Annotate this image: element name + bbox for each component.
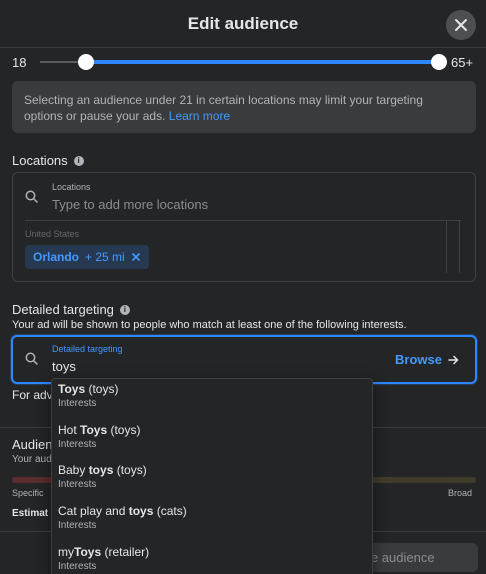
location-chip-orlando[interactable]: Orlando + 25 mi bbox=[25, 245, 149, 269]
suggestion-item[interactable]: Cat play and toys (cats) Interests bbox=[58, 503, 358, 541]
suggestion-item[interactable]: Toys (toys) Interests bbox=[58, 381, 358, 419]
info-icon[interactable]: i bbox=[73, 155, 84, 166]
meter-specific-label: Specific bbox=[12, 488, 44, 498]
suggestion-name: Toys (toys) bbox=[58, 382, 119, 396]
locations-label-text: Locations bbox=[12, 153, 68, 168]
location-chip-name: Orlando bbox=[33, 250, 80, 264]
locations-scrollbar[interactable] bbox=[446, 221, 460, 273]
suggestion-type: Interests bbox=[58, 561, 97, 572]
suggestion-type: Interests bbox=[58, 520, 97, 531]
detailed-targeting-label-text: Detailed targeting bbox=[12, 302, 114, 317]
locations-divider bbox=[25, 220, 461, 221]
suggestion-type: Interests bbox=[58, 479, 97, 490]
browse-button[interactable]: Browse bbox=[395, 352, 459, 367]
estimated-size-label: Estimat bbox=[12, 508, 49, 519]
close-icon bbox=[455, 19, 467, 31]
modal-header: Edit audience bbox=[0, 0, 486, 48]
learn-more-link[interactable]: Learn more bbox=[169, 109, 230, 123]
suggestion-item[interactable]: Hot Toys (toys) Interests bbox=[58, 422, 358, 460]
suggestion-item[interactable]: myToys (retailer) Interests bbox=[58, 544, 358, 574]
location-country-label: United States bbox=[25, 229, 80, 239]
locations-field-label: Locations bbox=[52, 182, 91, 192]
age-min-label: 18 bbox=[12, 55, 27, 70]
search-icon bbox=[25, 190, 38, 203]
edit-audience-modal: Edit audience 18 65+ Selecting an audien… bbox=[0, 0, 486, 574]
suggestion-name: Baby toys (toys) bbox=[58, 463, 147, 477]
age-min-handle[interactable] bbox=[78, 54, 94, 70]
detailed-targeting-input[interactable] bbox=[52, 358, 352, 374]
detailed-targeting-section-label: Detailed targeting i bbox=[12, 302, 130, 317]
suggestion-type: Interests bbox=[58, 439, 97, 450]
suggestion-item[interactable]: Baby toys (toys) Interests bbox=[58, 462, 358, 500]
location-chip-radius[interactable]: + 25 mi bbox=[85, 250, 125, 264]
suggestion-name: Hot Toys (toys) bbox=[58, 423, 141, 437]
locations-section-label: Locations i bbox=[12, 153, 84, 168]
suggestion-type: Interests bbox=[58, 398, 97, 409]
detailed-targeting-field-label: Detailed targeting bbox=[52, 344, 123, 354]
info-icon[interactable]: i bbox=[119, 304, 130, 315]
close-button[interactable] bbox=[446, 10, 476, 40]
detailed-targeting-description: Your ad will be shown to people who matc… bbox=[12, 319, 407, 331]
arrow-right-icon bbox=[448, 355, 459, 364]
search-icon bbox=[25, 352, 38, 365]
age-max-handle[interactable] bbox=[431, 54, 447, 70]
browse-label: Browse bbox=[395, 352, 442, 367]
suggestion-name: Cat play and toys (cats) bbox=[58, 504, 187, 518]
audience-definition-title: Audien bbox=[12, 437, 53, 452]
advantage-text: For adv bbox=[12, 388, 53, 402]
suggestion-name: myToys (retailer) bbox=[58, 545, 150, 559]
locations-input[interactable] bbox=[52, 196, 432, 212]
age-notice: Selecting an audience under 21 in certai… bbox=[12, 81, 476, 133]
targeting-suggestions-dropdown: Toys (toys) Interests Hot Toys (toys) In… bbox=[51, 378, 373, 574]
age-slider-range bbox=[86, 60, 439, 64]
remove-location-icon[interactable] bbox=[131, 252, 141, 262]
meter-broad-label: Broad bbox=[448, 488, 473, 498]
audience-definition-subtitle: Your aud bbox=[12, 454, 52, 465]
modal-title: Edit audience bbox=[187, 14, 299, 33]
age-max-label: 65+ bbox=[451, 55, 474, 70]
